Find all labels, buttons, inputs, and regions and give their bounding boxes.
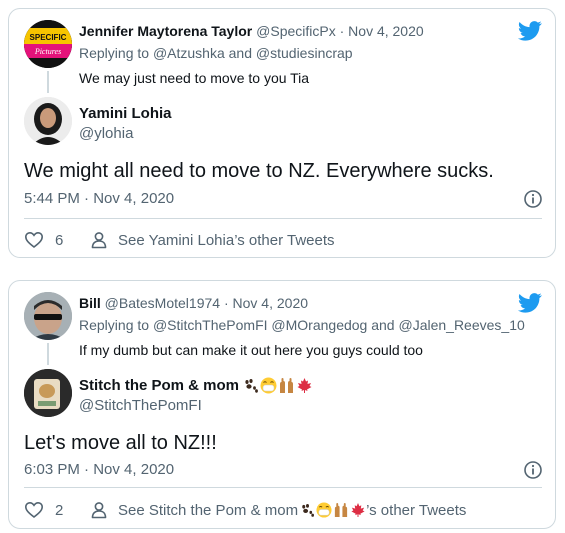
divider (24, 218, 542, 219)
tweet-card-2: Bill @BatesMotel1974 · Nov 4, 2020 Reply… (8, 280, 556, 529)
tweet-text: Let's move all to NZ!!! (24, 432, 217, 454)
thread-line (47, 71, 49, 93)
replying-to: Replying to @StitchThePomFI @MOrangedog … (79, 317, 525, 333)
maple-leaf-icon (351, 502, 365, 518)
context-tweet-text: We may just need to move to you Tia (79, 70, 310, 86)
reply-mention-1[interactable]: @Atzushka (153, 45, 225, 61)
mask-face-icon (260, 377, 277, 394)
separator-dot: · (84, 190, 90, 207)
avatar[interactable] (24, 369, 72, 417)
avatar[interactable]: SPECIFIC Pictures (24, 20, 72, 68)
replying-to: Replying to @Atzushka and @studiesincrap (79, 45, 353, 61)
info-icon[interactable] (523, 460, 543, 480)
profile-link-prefix[interactable]: See Stitch the Pom & mom (118, 502, 298, 519)
like-action[interactable]: 2 (24, 500, 63, 520)
profile-link[interactable]: See Stitch the Pom & mom ’s other Tweets (89, 500, 466, 520)
tweet-text: We might all need to move to NZ. Everywh… (24, 160, 494, 182)
profile-link[interactable]: See Yamini Lohia’s other Tweets (89, 230, 335, 250)
heart-icon (24, 231, 44, 249)
replying-to-label: Replying to (79, 317, 150, 333)
tweet-time[interactable]: 6:03 PM (24, 461, 80, 478)
context-author: Jennifer Maytorena Taylor @SpecificPx · … (79, 23, 424, 39)
info-icon[interactable] (523, 189, 543, 209)
separator-dot: · (223, 295, 229, 311)
like-action[interactable]: 6 (24, 230, 63, 250)
person-icon (91, 502, 107, 519)
context-author-handle[interactable]: @SpecificPx (256, 23, 336, 39)
context-author-name[interactable]: Bill (79, 295, 101, 311)
author-handle[interactable]: @ylohia (79, 125, 133, 142)
raised-hands-icon (280, 378, 294, 393)
avatar[interactable] (24, 97, 72, 145)
tweet-date[interactable]: Nov 4, 2020 (93, 190, 174, 207)
tweet-date[interactable]: Nov 4, 2020 (93, 461, 174, 478)
profile-link-text[interactable]: See Yamini Lohia’s other Tweets (118, 232, 335, 249)
context-date[interactable]: Nov 4, 2020 (348, 23, 424, 39)
author-name[interactable]: Stitch the Pom & mom (79, 377, 313, 394)
tweet-time[interactable]: 5:44 PM (24, 190, 80, 207)
link-emojis (300, 502, 366, 518)
profile-photo (24, 292, 72, 340)
raised-hands-icon (334, 502, 348, 518)
author-handle[interactable]: @StitchThePomFI (79, 397, 202, 414)
profile-link-suffix[interactable]: ’s other Tweets (366, 502, 466, 519)
context-author-handle[interactable]: @BatesMotel1974 (105, 295, 220, 311)
reply-mention-1[interactable]: @StitchThePomFI (153, 317, 268, 333)
person-icon (91, 232, 107, 249)
divider (24, 487, 542, 488)
tweet-timestamp[interactable]: 5:44 PM · Nov 4, 2020 (24, 190, 174, 207)
name-emojis (243, 377, 313, 394)
twitter-logo-icon[interactable] (518, 293, 542, 313)
heart-icon (24, 501, 44, 519)
paw-prints-icon (245, 378, 258, 393)
avatar[interactable] (24, 292, 72, 340)
context-tweet-text: If my dumb but can make it out here you … (79, 342, 423, 358)
specific-pictures-logo-icon: SPECIFIC Pictures (24, 20, 72, 68)
reply-joiner: and (371, 317, 395, 333)
reply-mention-2[interactable]: @MOrangedog (271, 317, 367, 333)
reply-mention-2[interactable]: @studiesincrap (256, 45, 353, 61)
separator-dot: · (84, 461, 90, 478)
reply-mention-3[interactable]: @Jalen_Reeves_10 (398, 317, 524, 333)
context-date[interactable]: Nov 4, 2020 (233, 295, 309, 311)
like-count: 2 (55, 501, 64, 519)
context-author-name[interactable]: Jennifer Maytorena Taylor (79, 23, 252, 39)
twitter-logo-icon[interactable] (518, 21, 542, 41)
profile-photo (24, 97, 72, 145)
author-name[interactable]: Yamini Lohia (79, 105, 172, 122)
reply-joiner: and (228, 45, 252, 61)
separator-dot: · (339, 23, 345, 39)
like-count: 6 (55, 231, 64, 249)
tweet-timestamp[interactable]: 6:03 PM · Nov 4, 2020 (24, 461, 174, 478)
tweet-card-1: SPECIFIC Pictures Jennifer Maytorena Tay… (8, 8, 556, 258)
context-author: Bill @BatesMotel1974 · Nov 4, 2020 (79, 295, 308, 311)
mask-face-icon (316, 502, 332, 518)
maple-leaf-icon (297, 378, 312, 393)
thread-line (47, 343, 49, 365)
svg-text:Pictures: Pictures (34, 47, 61, 56)
svg-text:SPECIFIC: SPECIFIC (30, 33, 67, 42)
author-name-text: Stitch the Pom & mom (79, 377, 240, 394)
profile-photo (24, 369, 72, 417)
replying-to-label: Replying to (79, 45, 150, 61)
paw-prints-icon (302, 503, 315, 517)
